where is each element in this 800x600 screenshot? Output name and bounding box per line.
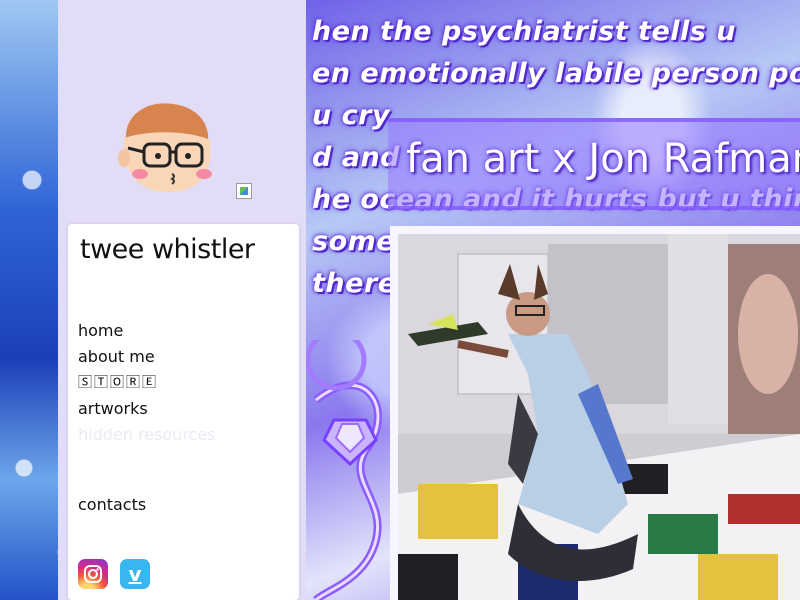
jewel-ornament	[306, 340, 382, 600]
nav-home[interactable]: home	[78, 318, 288, 344]
marquee-line: en emotionally labile person pony	[312, 58, 800, 89]
sidebar-card: twee whistler home about me 🅂🅃🄾🅁🄴 artwor…	[68, 224, 299, 600]
nav-contacts[interactable]: contacts	[78, 492, 288, 518]
marquee-line: u cry	[312, 100, 391, 131]
marquee-line: d and	[312, 142, 400, 173]
avatar	[118, 103, 212, 192]
nav-artworks[interactable]: artworks	[78, 396, 288, 422]
main-nav: home about me 🅂🅃🄾🅁🄴 artworks hidden reso…	[78, 318, 288, 518]
broken-image-icon	[236, 183, 252, 199]
page-headline: fan art x Jon Rafman	[406, 136, 800, 182]
site-title: twee whistler	[80, 234, 255, 265]
artwork-frame	[390, 226, 800, 600]
artwork-image[interactable]	[398, 234, 800, 600]
sidebar: twee whistler home about me 🅂🅃🄾🅁🄴 artwor…	[58, 0, 306, 600]
nav-about-me[interactable]: about me	[78, 344, 288, 370]
marquee-line: there	[312, 268, 397, 299]
instagram-glyph	[84, 565, 102, 583]
marquee-line: some	[312, 226, 396, 257]
social-links: v	[78, 559, 150, 589]
nav-store[interactable]: 🅂🅃🄾🅁🄴	[78, 370, 288, 396]
instagram-icon[interactable]	[78, 559, 108, 589]
headline-banner: fan art x Jon Rafman	[388, 118, 800, 210]
marquee-line: hen the psychiatrist tells u	[312, 16, 736, 47]
nav-hidden-resources[interactable]: hidden resources	[78, 422, 288, 448]
vimeo-icon[interactable]: v	[120, 559, 150, 589]
